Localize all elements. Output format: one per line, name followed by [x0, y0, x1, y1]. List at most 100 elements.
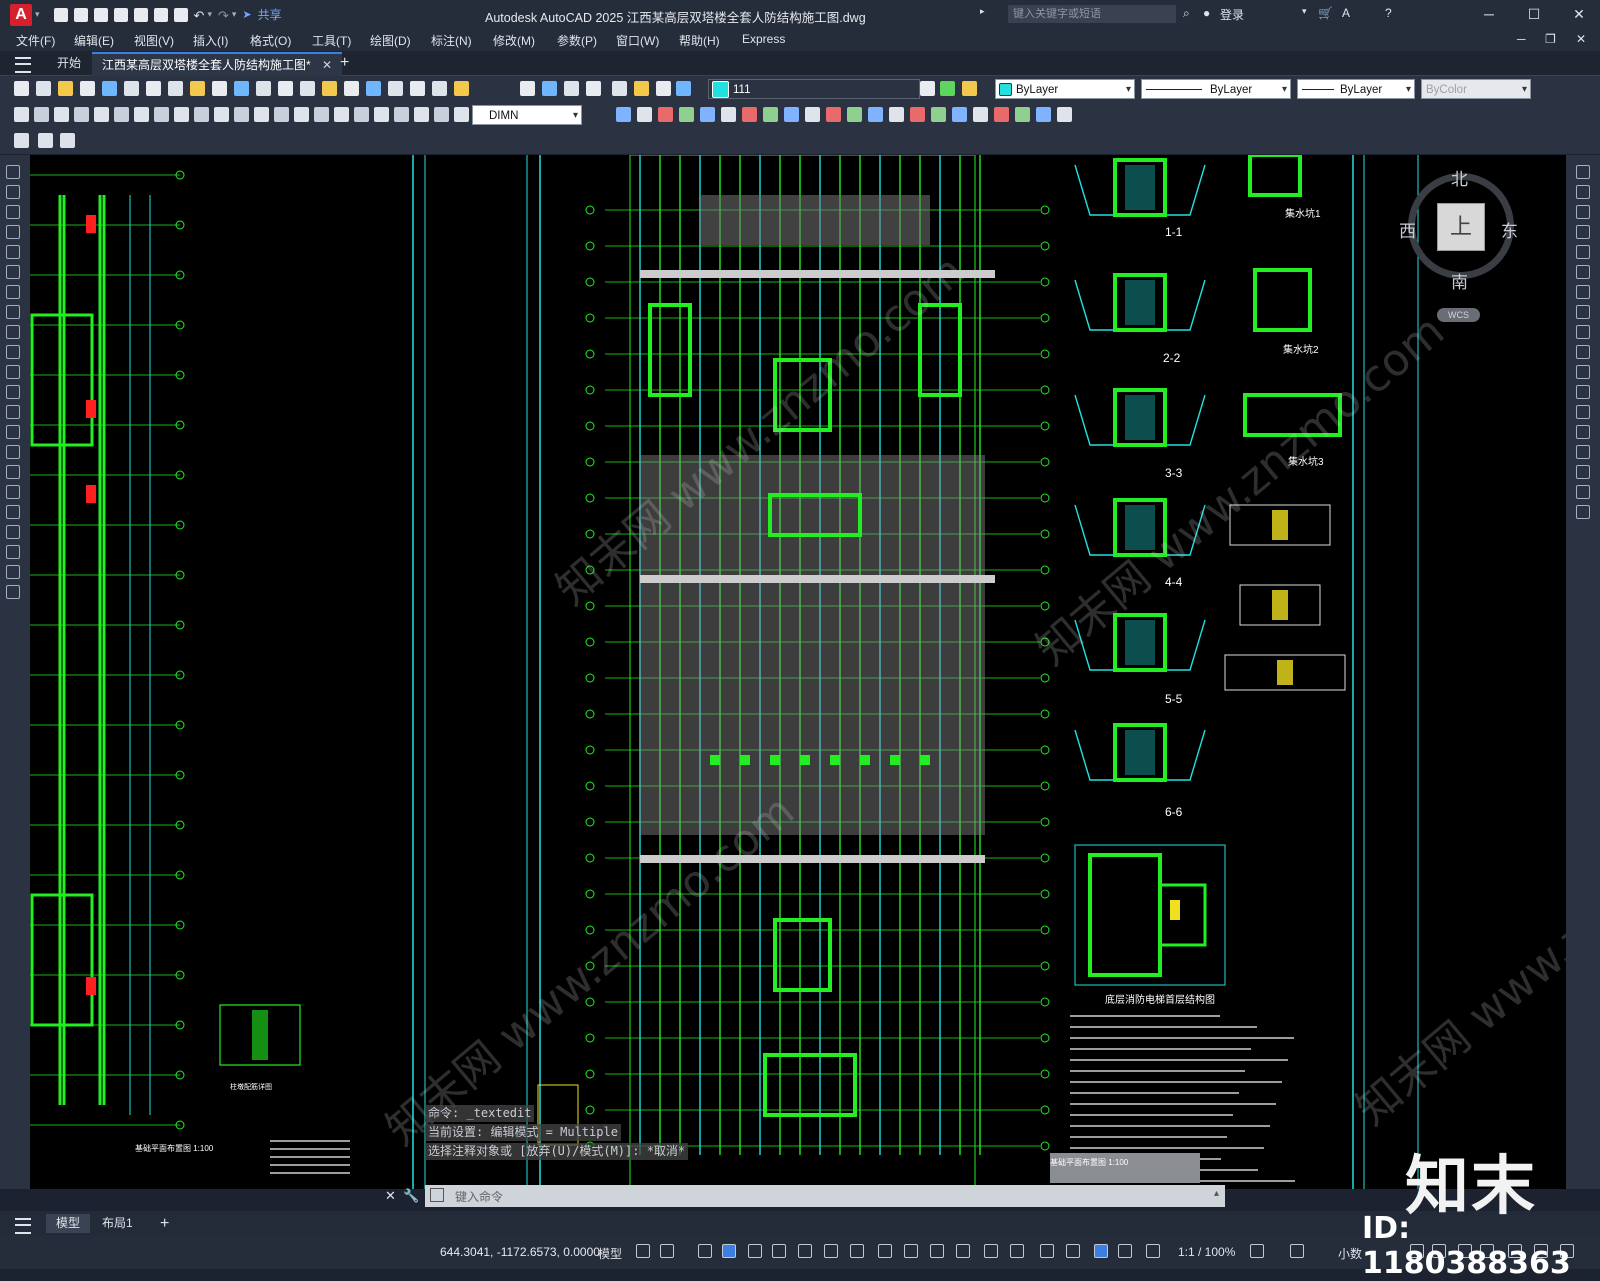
status-toggle-19[interactable] [1118, 1244, 1132, 1258]
solid-tool-button-18[interactable] [973, 107, 988, 122]
draw-tool-button-14[interactable] [6, 425, 20, 439]
modify-tool-button-5[interactable] [1576, 245, 1590, 259]
draw-tool-button-6[interactable] [6, 265, 20, 279]
modify-tool-button-11[interactable] [1576, 365, 1590, 379]
solid-tool-button-17[interactable] [952, 107, 967, 122]
status-toggle-20[interactable] [1146, 1244, 1160, 1258]
solid-tool-button-5[interactable] [700, 107, 715, 122]
standard-tool-button-27[interactable] [634, 81, 649, 96]
user-icon[interactable]: ● [1203, 6, 1210, 20]
standard-tool-button-7[interactable] [146, 81, 161, 96]
standard-tool-button-29[interactable] [676, 81, 691, 96]
standard-tool-button-3[interactable] [58, 81, 73, 96]
dim-tool-button-8[interactable] [154, 107, 169, 122]
solid-tool-button-15[interactable] [910, 107, 925, 122]
login-chevron-icon[interactable]: ▾ [1302, 6, 1307, 17]
modify-tool-button-18[interactable] [1576, 505, 1590, 519]
menu-modify[interactable]: 修改(M) [493, 32, 535, 49]
status-toggle-12[interactable] [930, 1244, 944, 1258]
menu-insert[interactable]: 插入(I) [193, 32, 228, 49]
compass-south[interactable]: 南 [1451, 268, 1468, 293]
modify-tool-button-13[interactable] [1576, 405, 1590, 419]
menu-express[interactable]: Express [742, 32, 785, 46]
minimize-button[interactable]: ─ [1478, 4, 1500, 24]
draw-tool-button-22[interactable] [6, 585, 20, 599]
autocad-logo-icon[interactable]: A [10, 3, 32, 26]
menu-parametric[interactable]: 参数(P) [557, 32, 597, 49]
compass-east[interactable]: 东 [1501, 217, 1518, 242]
status-toggle-13[interactable] [956, 1244, 970, 1258]
plot-icon[interactable] [173, 7, 188, 22]
dim-tool-button-6[interactable] [114, 107, 129, 122]
help-icon[interactable]: ? [1385, 6, 1392, 20]
solid-tool-button-21[interactable] [1036, 107, 1051, 122]
status-toggle-18[interactable] [1094, 1244, 1108, 1258]
command-close-icon[interactable]: ✕ [385, 1188, 396, 1204]
table-style-icon[interactable] [38, 133, 53, 148]
dim-tool-button-2[interactable] [34, 107, 49, 122]
modify-tool-button-10[interactable] [1576, 345, 1590, 359]
standard-tool-button-16[interactable] [344, 81, 359, 96]
status-toggle-6[interactable] [772, 1244, 786, 1258]
dim-tool-button-4[interactable] [74, 107, 89, 122]
status-toggle-5[interactable] [748, 1244, 762, 1258]
autodesk-a-icon[interactable]: A [1342, 6, 1350, 20]
dim-tool-button-17[interactable] [334, 107, 349, 122]
modify-tool-button-9[interactable] [1576, 325, 1590, 339]
menu-view[interactable]: 视图(V) [134, 32, 174, 49]
standard-tool-button-24[interactable] [564, 81, 579, 96]
solid-tool-button-16[interactable] [931, 107, 946, 122]
wcs-button[interactable]: WCS [1437, 308, 1480, 322]
solid-tool-button-8[interactable] [763, 107, 778, 122]
status-toggle-1[interactable] [636, 1244, 650, 1258]
modify-tool-button-15[interactable] [1576, 445, 1590, 459]
add-layout-button[interactable]: + [150, 1214, 179, 1233]
compass-north[interactable]: 北 [1451, 165, 1468, 190]
model-space-toggle[interactable]: 模型 [598, 1245, 622, 1262]
dim-tool-button-1[interactable] [14, 107, 29, 122]
solid-tool-button-13[interactable] [868, 107, 883, 122]
command-prompt-icon[interactable] [430, 1188, 444, 1202]
save-web-icon[interactable] [153, 7, 168, 22]
standard-tool-button-2[interactable] [36, 81, 51, 96]
solid-tool-button-7[interactable] [742, 107, 757, 122]
multileader-style-icon[interactable] [60, 133, 75, 148]
save-as-icon[interactable] [113, 7, 128, 22]
solid-tool-button-3[interactable] [658, 107, 673, 122]
draw-tool-button-21[interactable] [6, 565, 20, 579]
standard-tool-button-4[interactable] [80, 81, 95, 96]
share-icon[interactable]: ➤ [242, 8, 251, 22]
draw-tool-button-4[interactable] [6, 225, 20, 239]
units-setting[interactable]: 小数 [1338, 1245, 1362, 1262]
text-style-icon[interactable] [14, 133, 29, 148]
modify-tool-button-12[interactable] [1576, 385, 1590, 399]
doc-close-button[interactable]: ✕ [1576, 32, 1586, 46]
standard-tool-button-17[interactable] [366, 81, 381, 96]
standard-tool-button-13[interactable] [278, 81, 293, 96]
draw-tool-button-8[interactable] [6, 305, 20, 319]
dimstyle-dropdown[interactable]: DIMN [472, 105, 582, 126]
menu-format[interactable]: 格式(O) [250, 32, 291, 49]
standard-tool-button-20[interactable] [432, 81, 447, 96]
tab-layout1[interactable]: 布局1 [92, 1214, 143, 1233]
layout-menu-icon[interactable] [15, 1218, 31, 1234]
standard-tool-button-21[interactable] [454, 81, 469, 96]
open-file-icon[interactable] [73, 7, 88, 22]
draw-tool-button-19[interactable] [6, 525, 20, 539]
modify-tool-button-6[interactable] [1576, 265, 1590, 279]
plotstyle-dropdown[interactable]: ByColor [1421, 79, 1531, 100]
dim-tool-button-21[interactable] [414, 107, 429, 122]
redo-chevron-icon[interactable]: ▾ [232, 9, 237, 20]
standard-tool-button-5[interactable] [102, 81, 117, 96]
color-dropdown[interactable]: ByLayer [995, 79, 1135, 100]
layer-dropdown[interactable]: 111 [708, 79, 920, 100]
menu-edit[interactable]: 编辑(E) [74, 32, 114, 49]
standard-tool-button-28[interactable] [656, 81, 671, 96]
hamburger-menu-icon[interactable] [15, 57, 31, 73]
draw-tool-button-2[interactable] [6, 185, 20, 199]
dim-tool-button-16[interactable] [314, 107, 329, 122]
search-expand-icon[interactable]: ▸ [980, 6, 985, 17]
draw-tool-button-13[interactable] [6, 405, 20, 419]
search-icon[interactable]: ⌕ [1183, 6, 1190, 21]
standard-tool-button-26[interactable] [612, 81, 627, 96]
